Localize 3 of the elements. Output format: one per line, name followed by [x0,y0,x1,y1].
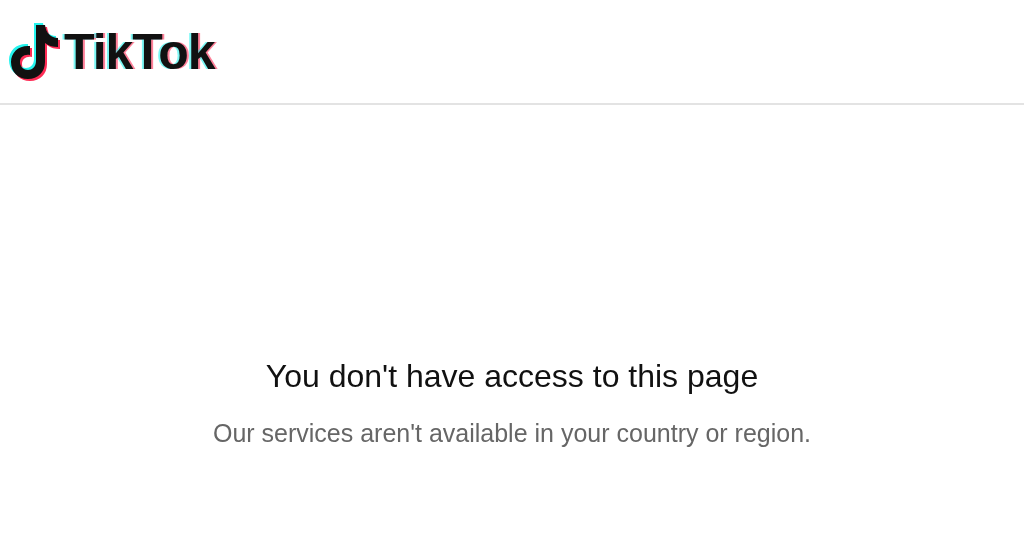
logo-wordmark[interactable]: TikTok [64,22,215,81]
message-text: Our services aren't available in your country or region. [212,419,812,448]
page-title: You don't have access to this page [265,358,759,395]
